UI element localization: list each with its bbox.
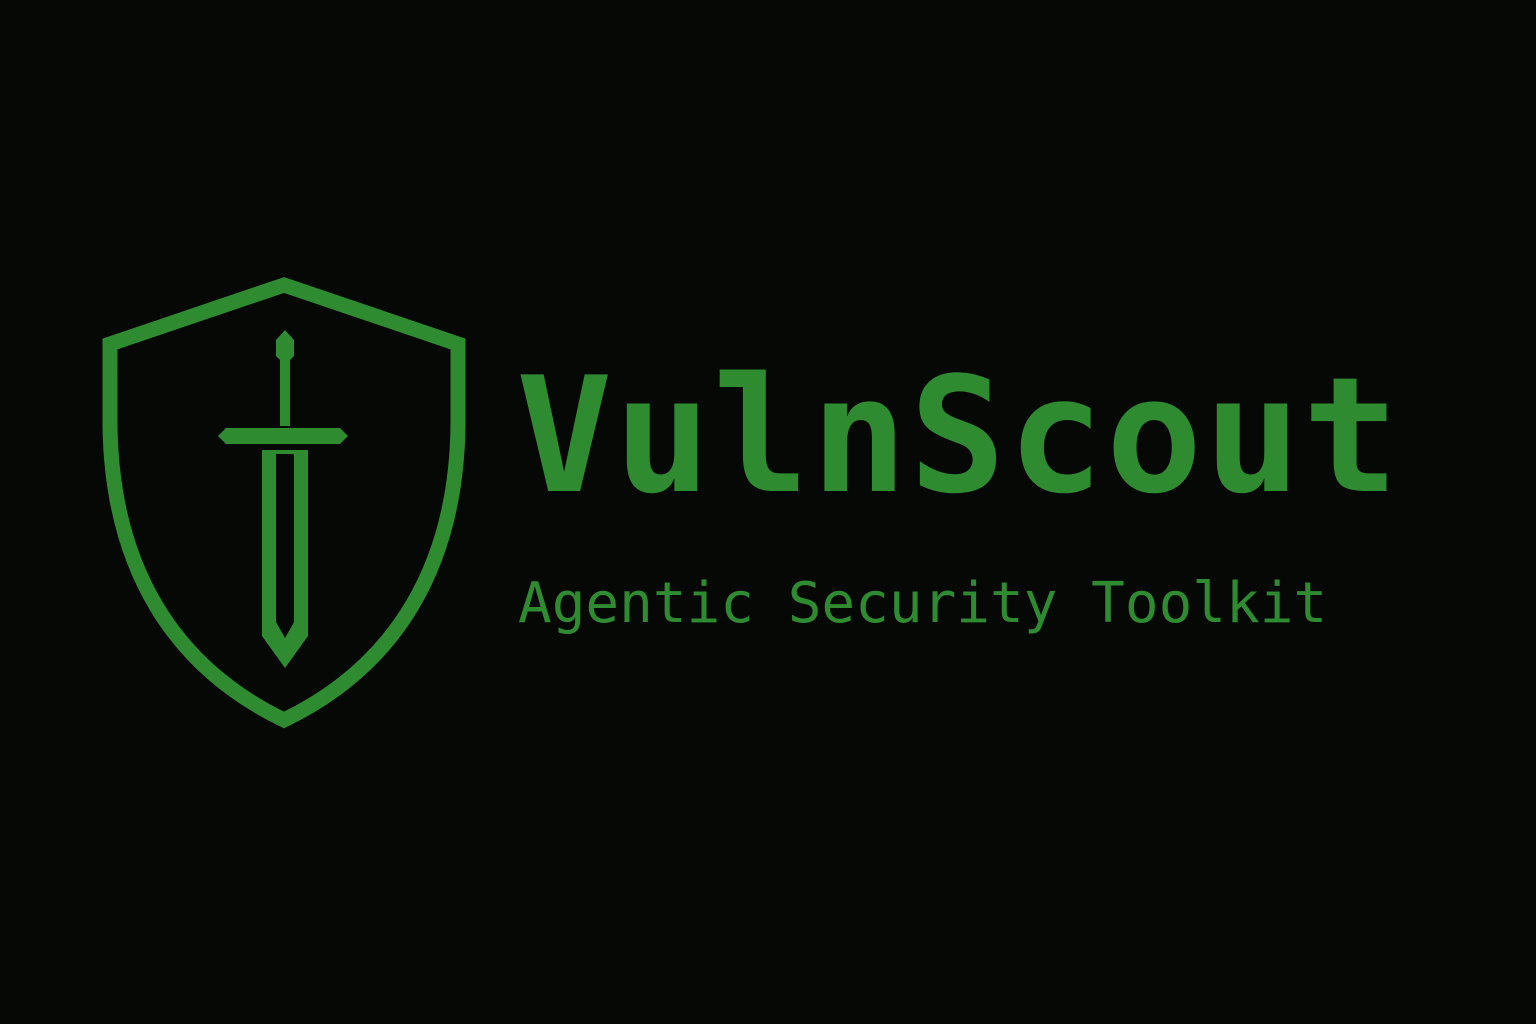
sword-blade-fuller: [276, 454, 294, 638]
app-name: VulnScout: [516, 342, 1401, 529]
sword-grip: [280, 360, 290, 426]
shield-sword-icon: [96, 276, 472, 732]
sword-pommel: [276, 330, 294, 362]
sword-crossguard: [218, 428, 348, 444]
shield-sword-graphic: [102, 277, 466, 729]
splash-screen: VulnScout Agentic Security Toolkit: [0, 0, 1536, 1024]
app-tagline: Agentic Security Toolkit: [518, 571, 1328, 636]
